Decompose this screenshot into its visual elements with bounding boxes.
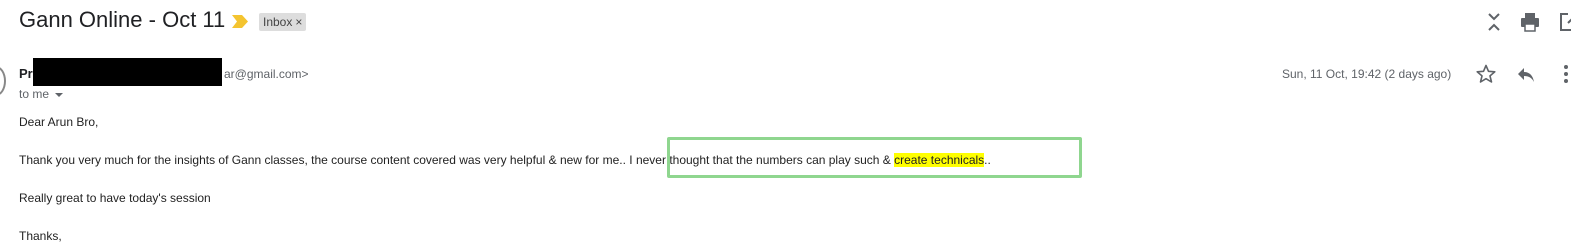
highlight-callout-box bbox=[667, 137, 1082, 178]
avatar[interactable] bbox=[0, 66, 6, 96]
email-closing: Thanks, bbox=[19, 229, 62, 243]
open-in-new-window-icon[interactable] bbox=[1558, 11, 1571, 33]
more-vertical-icon[interactable] bbox=[1555, 63, 1571, 85]
star-icon[interactable] bbox=[1475, 63, 1497, 85]
sender-email: ar@gmail.com> bbox=[224, 67, 309, 81]
redaction-block bbox=[33, 58, 222, 86]
inbox-label-chip[interactable]: Inbox × bbox=[259, 13, 307, 31]
remove-label-button[interactable]: × bbox=[295, 15, 302, 29]
collapse-all-icon[interactable] bbox=[1483, 11, 1505, 33]
email-greeting: Dear Arun Bro, bbox=[19, 115, 99, 129]
email-subject: Gann Online - Oct 11 bbox=[19, 7, 226, 32]
sender-name: Pr bbox=[19, 66, 33, 81]
inbox-label-text: Inbox bbox=[263, 15, 293, 29]
reply-icon[interactable] bbox=[1515, 63, 1537, 85]
chevron-down-icon[interactable] bbox=[55, 92, 64, 97]
recipient-details-toggle[interactable]: to me bbox=[19, 87, 64, 101]
print-icon[interactable] bbox=[1519, 11, 1541, 33]
email-date: Sun, 11 Oct, 19:42 (2 days ago) bbox=[1282, 67, 1452, 81]
email-paragraph-2: Really great to have today's session bbox=[19, 191, 211, 205]
importance-marker-icon[interactable] bbox=[232, 15, 248, 28]
recipient-label: to me bbox=[19, 87, 50, 101]
